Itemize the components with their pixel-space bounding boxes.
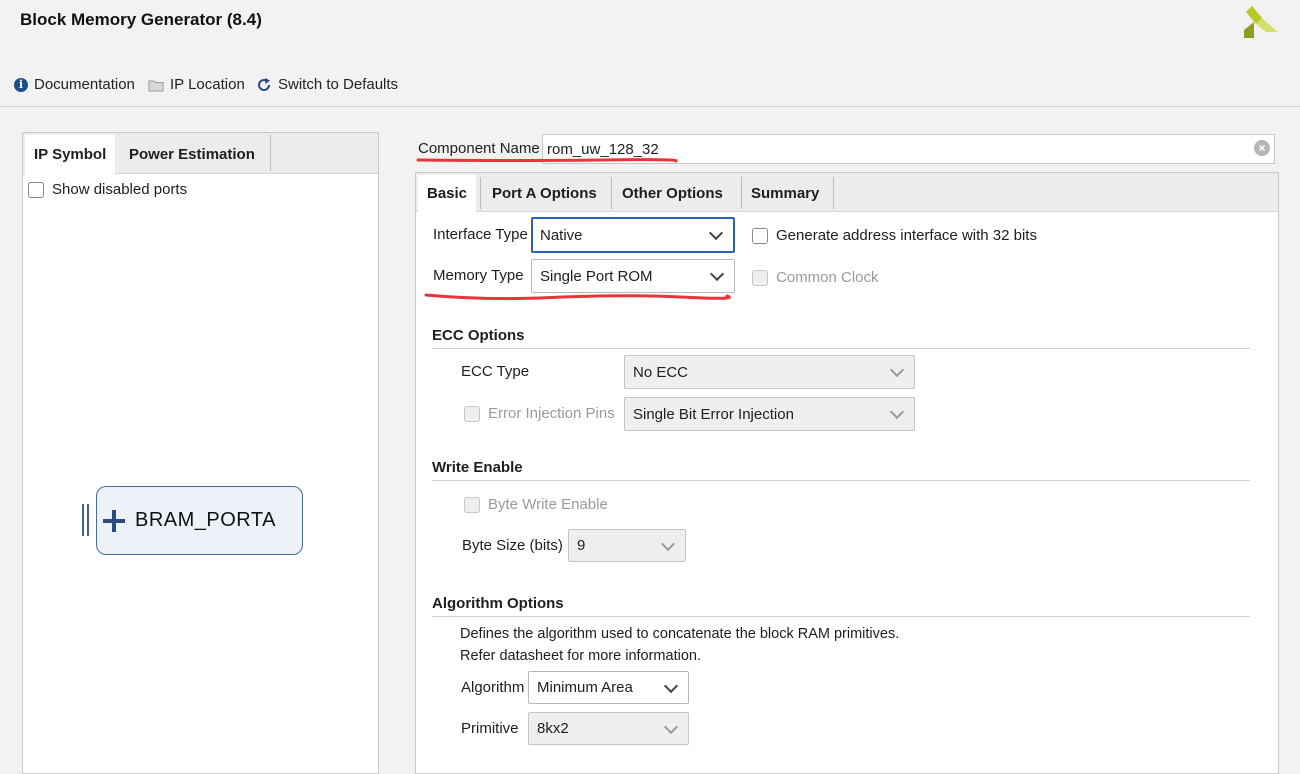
bram-porta-label: BRAM_PORTA bbox=[135, 509, 276, 531]
generate-address-row: Generate address interface with 32 bits bbox=[752, 227, 1037, 244]
section-divider bbox=[432, 480, 1250, 481]
error-injection-row: Error Injection Pins bbox=[464, 405, 615, 422]
left-tabbar: IP Symbol Power Estimation bbox=[23, 133, 378, 174]
tab-basic[interactable]: Basic bbox=[418, 175, 477, 212]
common-clock-row: Common Clock bbox=[752, 269, 879, 286]
section-divider bbox=[432, 616, 1250, 617]
interface-type-label: Interface Type bbox=[433, 226, 528, 243]
show-disabled-ports-row: Show disabled ports bbox=[28, 181, 187, 198]
ecc-options-heading: ECC Options bbox=[432, 327, 525, 344]
generate-address-checkbox[interactable] bbox=[752, 227, 768, 244]
tab-port-a-options[interactable]: Port A Options bbox=[483, 175, 606, 211]
tab-power-estimation[interactable]: Power Estimation bbox=[120, 135, 264, 173]
primitive-select[interactable]: 8kx2 bbox=[528, 712, 689, 745]
chevron-down-icon bbox=[709, 266, 725, 282]
section-divider bbox=[432, 348, 1250, 349]
memory-type-label: Memory Type bbox=[433, 267, 524, 284]
toolbar: i Documentation IP Location Switch to De… bbox=[0, 68, 1300, 104]
tab-summary[interactable]: Summary bbox=[742, 175, 828, 211]
chevron-down-icon bbox=[663, 678, 679, 693]
refresh-icon bbox=[258, 77, 271, 91]
tab-separator bbox=[611, 177, 612, 209]
show-disabled-ports-label: Show disabled ports bbox=[52, 181, 188, 198]
tab-ip-symbol[interactable]: IP Symbol bbox=[25, 135, 116, 174]
error-injection-checkbox[interactable] bbox=[464, 405, 480, 422]
algorithm-options-heading: Algorithm Options bbox=[432, 595, 564, 612]
folder-icon bbox=[148, 80, 164, 91]
chevron-down-icon bbox=[708, 225, 724, 241]
config-tabbar: Basic Port A Options Other Options Summa… bbox=[416, 173, 1278, 212]
toolbar-divider bbox=[0, 106, 1300, 107]
component-name-label: Component Name bbox=[418, 140, 540, 157]
byte-size-select[interactable]: 9 bbox=[568, 529, 686, 562]
expand-plus-icon[interactable] bbox=[103, 509, 125, 532]
generate-address-label: Generate address interface with 32 bits bbox=[776, 227, 1037, 244]
ip-location-button[interactable]: IP Location bbox=[148, 76, 245, 93]
switch-to-defaults-button[interactable]: Switch to Defaults bbox=[256, 76, 398, 93]
clear-icon[interactable]: × bbox=[1254, 140, 1270, 156]
tab-separator bbox=[270, 135, 271, 171]
error-injection-label: Error Injection Pins bbox=[488, 405, 615, 422]
ecc-type-label: ECC Type bbox=[461, 363, 530, 380]
ecc-type-select[interactable]: No ECC bbox=[624, 355, 915, 389]
chevron-down-icon bbox=[889, 404, 905, 420]
info-icon: i bbox=[14, 77, 28, 92]
error-injection-select[interactable]: Single Bit Error Injection bbox=[624, 397, 915, 431]
byte-write-label: Byte Write Enable bbox=[488, 496, 608, 513]
algorithm-description-line1: Defines the algorithm used to concatenat… bbox=[460, 626, 900, 642]
common-clock-label: Common Clock bbox=[776, 269, 879, 286]
common-clock-checkbox[interactable] bbox=[752, 269, 768, 286]
xilinx-logo bbox=[1244, 6, 1278, 38]
memory-type-select[interactable]: Single Port ROM bbox=[531, 259, 735, 293]
write-enable-heading: Write Enable bbox=[432, 459, 523, 476]
component-name-input[interactable]: rom_uw_128_32 × bbox=[542, 134, 1275, 164]
algorithm-select[interactable]: Minimum Area bbox=[528, 671, 689, 704]
bus-port-lines bbox=[82, 504, 92, 536]
chevron-down-icon bbox=[663, 719, 679, 734]
byte-size-label: Byte Size (bits) bbox=[462, 537, 563, 554]
algorithm-description-line2: Refer datasheet for more information. bbox=[460, 648, 701, 664]
algorithm-label: Algorithm bbox=[461, 679, 525, 696]
chevron-down-icon bbox=[889, 362, 905, 378]
window-title: Block Memory Generator (8.4) bbox=[20, 10, 262, 29]
tab-separator bbox=[833, 177, 834, 209]
configuration-panel: Basic Port A Options Other Options Summa… bbox=[415, 172, 1279, 774]
ip-symbol-panel: IP Symbol Power Estimation Show disabled… bbox=[22, 132, 379, 774]
show-disabled-ports-checkbox[interactable] bbox=[28, 181, 44, 198]
tab-other-options[interactable]: Other Options bbox=[613, 175, 732, 211]
byte-write-row: Byte Write Enable bbox=[464, 496, 608, 513]
chevron-down-icon bbox=[660, 536, 676, 551]
interface-type-select[interactable]: Native bbox=[531, 217, 735, 253]
byte-write-checkbox[interactable] bbox=[464, 496, 480, 513]
documentation-button[interactable]: i Documentation bbox=[14, 76, 135, 93]
primitive-label: Primitive bbox=[461, 720, 519, 737]
bram-porta-interface[interactable]: BRAM_PORTA bbox=[96, 486, 303, 555]
tab-separator bbox=[480, 177, 481, 209]
